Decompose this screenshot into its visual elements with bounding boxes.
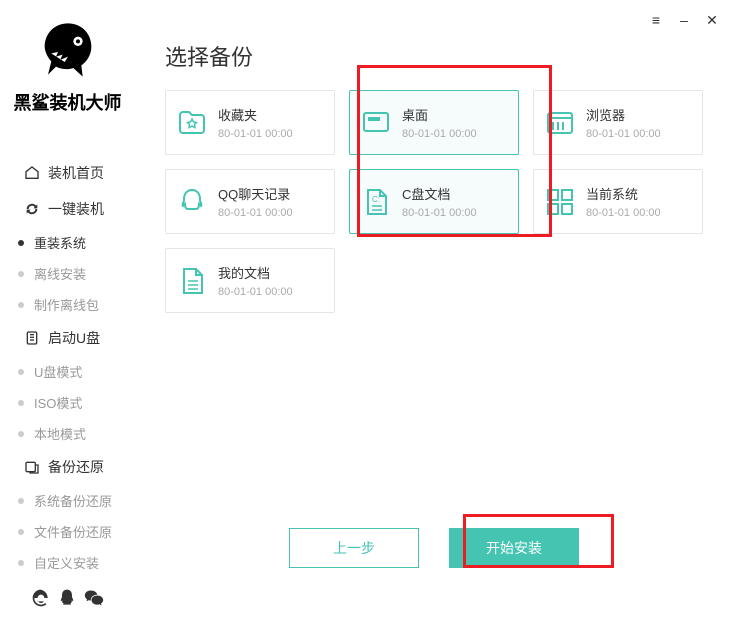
card-text: QQ聊天记录 80-01-01 00:00 <box>218 184 324 219</box>
backup-card-desktop[interactable]: 桌面 80-01-01 00:00 <box>349 90 519 155</box>
shark-logo-icon <box>33 20 103 80</box>
nav-group-cycle[interactable]: 一键装机 <box>0 191 135 227</box>
nav-item[interactable]: 制作离线包 <box>0 289 135 320</box>
backup-grid: 收藏夹 80-01-01 00:00 桌面 80-01-01 00:00 浏览器 80-0… <box>165 90 703 313</box>
card-timestamp: 80-01-01 00:00 <box>586 207 692 219</box>
minimize-button[interactable]: – <box>677 12 691 29</box>
page-title: 选择备份 <box>165 40 703 72</box>
nav-item-label: 制作离线包 <box>34 295 99 314</box>
card-title: 我的文档 <box>218 263 324 282</box>
card-title: 收藏夹 <box>218 105 324 124</box>
card-text: C盘文档 80-01-01 00:00 <box>402 184 508 219</box>
doc-icon <box>176 265 208 297</box>
nav-item-label: 重装系统 <box>34 233 86 252</box>
svg-text:C:: C: <box>372 195 380 204</box>
close-button[interactable]: ✕ <box>705 12 719 29</box>
nav-group-usb[interactable]: 启动U盘 <box>0 320 135 356</box>
nav-item[interactable]: 系统备份还原 <box>0 485 135 516</box>
nav-item-label: 自定义安装 <box>34 553 99 572</box>
nav-item[interactable]: U盘模式 <box>0 356 135 387</box>
start-install-button[interactable]: 开始安装 <box>449 528 579 568</box>
nav-item[interactable]: 离线安装 <box>0 258 135 289</box>
nav-item[interactable]: 重装系统 <box>0 227 135 258</box>
card-timestamp: 80-01-01 00:00 <box>218 207 324 219</box>
nav-item[interactable]: ISO模式 <box>0 387 135 418</box>
backup-card-qq[interactable]: QQ聊天记录 80-01-01 00:00 <box>165 169 335 234</box>
window-controls: ≡ – ✕ <box>649 12 719 29</box>
backup-card-cdoc[interactable]: C: C盘文档 80-01-01 00:00 <box>349 169 519 234</box>
home-icon <box>24 165 40 181</box>
card-timestamp: 80-01-01 00:00 <box>218 286 324 298</box>
prev-button[interactable]: 上一步 <box>289 528 419 568</box>
card-timestamp: 80-01-01 00:00 <box>402 207 508 219</box>
nav-item[interactable]: 本地模式 <box>0 418 135 449</box>
backup-card-browser[interactable]: 浏览器 80-01-01 00:00 <box>533 90 703 155</box>
card-title: C盘文档 <box>402 184 508 203</box>
backup-card-star[interactable]: 收藏夹 80-01-01 00:00 <box>165 90 335 155</box>
wechat-icon[interactable] <box>84 588 104 608</box>
usb-icon <box>24 330 40 346</box>
nav-item-label: 文件备份还原 <box>34 522 112 541</box>
sidebar: 黑鲨装机大师 装机首页一键装机重装系统离线安装制作离线包启动U盘 U盘模式 ISO模… <box>0 0 135 594</box>
backup-card-doc[interactable]: 我的文档 80-01-01 00:00 <box>165 248 335 313</box>
ie-icon[interactable] <box>31 588 51 608</box>
nav-item-label: 本地模式 <box>34 424 86 443</box>
nav-group-restore[interactable]: 备份还原 <box>0 449 135 485</box>
nav-group-label: 一键装机 <box>48 199 104 219</box>
nav-item-label: ISO模式 <box>34 393 82 412</box>
card-title: 桌面 <box>402 105 508 124</box>
card-timestamp: 80-01-01 00:00 <box>402 128 508 140</box>
logo-area: 黑鲨装机大师 <box>0 0 135 125</box>
cycle-icon <box>24 201 40 217</box>
card-timestamp: 80-01-01 00:00 <box>586 128 692 140</box>
qq-icon[interactable] <box>57 588 77 608</box>
cdoc-icon: C: <box>360 186 392 218</box>
nav-group-label: 备份还原 <box>48 457 104 477</box>
footer-icons <box>0 578 135 618</box>
system-icon <box>544 186 576 218</box>
nav-item-label: 系统备份还原 <box>34 491 112 510</box>
qq-icon <box>176 186 208 218</box>
nav-item-label: 离线安装 <box>34 264 86 283</box>
desktop-icon <box>360 107 392 139</box>
nav-group-label: 装机首页 <box>48 163 104 183</box>
nav: 装机首页一键装机重装系统离线安装制作离线包启动U盘 U盘模式 ISO模式本地模式备份… <box>0 155 135 578</box>
card-text: 浏览器 80-01-01 00:00 <box>586 105 692 140</box>
card-text: 我的文档 80-01-01 00:00 <box>218 263 324 298</box>
star-icon <box>176 107 208 139</box>
card-text: 当前系统 80-01-01 00:00 <box>586 184 692 219</box>
card-title: 浏览器 <box>586 105 692 124</box>
main-content: ≡ – ✕ 选择备份 收藏夹 80-01-01 00:00 桌面 80-01-01 0… <box>135 0 733 594</box>
card-text: 收藏夹 80-01-01 00:00 <box>218 105 324 140</box>
nav-group-home[interactable]: 装机首页 <box>0 155 135 191</box>
menu-button[interactable]: ≡ <box>649 12 663 29</box>
card-title: QQ聊天记录 <box>218 184 324 203</box>
nav-group-label: 启动U盘 <box>48 328 100 348</box>
button-row: 上一步 开始安装 <box>135 528 733 568</box>
app-title: 黑鲨装机大师 <box>0 89 135 115</box>
nav-item[interactable]: 文件备份还原 <box>0 516 135 547</box>
restore-icon <box>24 459 40 475</box>
nav-item[interactable]: 自定义安装 <box>0 547 135 578</box>
card-timestamp: 80-01-01 00:00 <box>218 128 324 140</box>
browser-icon <box>544 107 576 139</box>
nav-item-label: U盘模式 <box>34 362 82 381</box>
backup-card-system[interactable]: 当前系统 80-01-01 00:00 <box>533 169 703 234</box>
card-text: 桌面 80-01-01 00:00 <box>402 105 508 140</box>
card-title: 当前系统 <box>586 184 692 203</box>
